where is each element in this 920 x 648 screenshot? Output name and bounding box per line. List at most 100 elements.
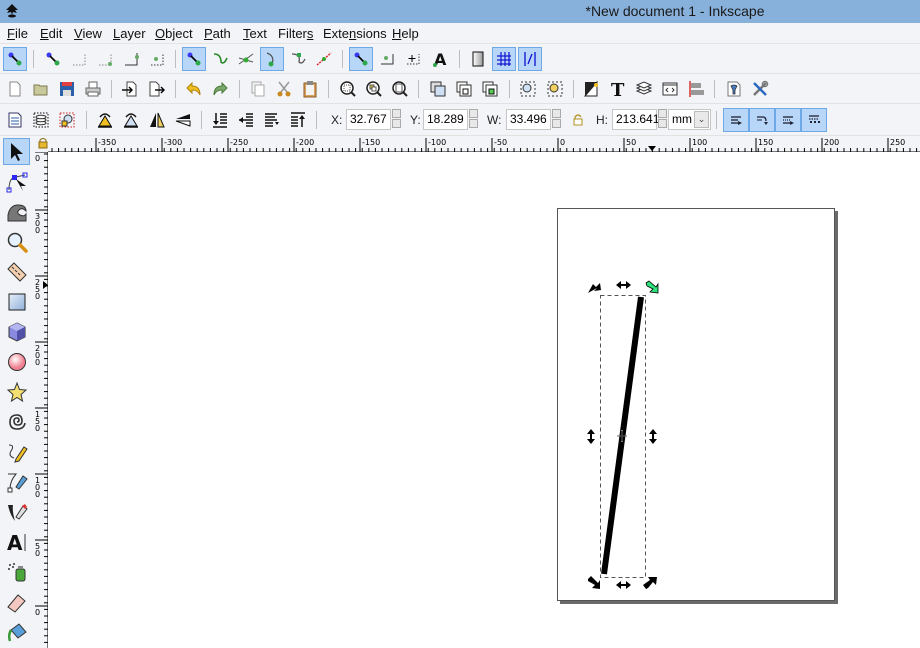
menu-help[interactable]: Help bbox=[392, 26, 419, 41]
lock-proportions-button[interactable] bbox=[566, 108, 590, 132]
spiral-tool[interactable] bbox=[3, 408, 30, 435]
snap-bbox-center-button[interactable] bbox=[145, 47, 169, 71]
deselect-button[interactable] bbox=[55, 108, 79, 132]
star-tool[interactable] bbox=[3, 378, 30, 405]
rotate-ccw-button[interactable] bbox=[93, 108, 117, 132]
menu-object[interactable]: Object bbox=[155, 26, 193, 41]
scale-corners-toggle[interactable] bbox=[749, 108, 775, 132]
snap-text-baseline-button[interactable]: A bbox=[428, 47, 452, 71]
tweak-tool[interactable] bbox=[3, 198, 30, 225]
rotation-center-icon[interactable] bbox=[616, 430, 628, 442]
document-properties-button[interactable] bbox=[722, 77, 746, 101]
skew-handle-right[interactable] bbox=[649, 429, 657, 444]
rotate-handle-bottom-left[interactable] bbox=[588, 576, 600, 589]
paint-bucket-tool[interactable] bbox=[3, 618, 30, 645]
fill-stroke-button[interactable] bbox=[580, 77, 604, 101]
layers-button[interactable] bbox=[632, 77, 656, 101]
export-button[interactable] bbox=[144, 77, 168, 101]
x-spinner[interactable] bbox=[391, 109, 402, 130]
redo-button[interactable] bbox=[208, 77, 232, 101]
unlink-clone-button[interactable] bbox=[478, 77, 502, 101]
measure-tool[interactable] bbox=[3, 258, 30, 285]
select-all-layers-button[interactable] bbox=[29, 108, 53, 132]
w-input[interactable]: 33.496 bbox=[506, 109, 551, 130]
snap-grid-button[interactable] bbox=[492, 47, 516, 71]
zoom-selection-button[interactable] bbox=[336, 77, 360, 101]
selector-tool[interactable] bbox=[3, 138, 30, 165]
clone-button[interactable] bbox=[452, 77, 476, 101]
rotate-handle-top-right[interactable] bbox=[645, 280, 659, 294]
h-spinner[interactable] bbox=[657, 109, 668, 130]
copy-button[interactable] bbox=[246, 77, 270, 101]
horizontal-ruler[interactable]: -350 -300 -250 -200 -150 -100 -50 0 50 100 150 200 2… bbox=[48, 136, 920, 152]
lower-button[interactable] bbox=[234, 108, 258, 132]
raise-to-top-button[interactable] bbox=[286, 108, 310, 132]
ungroup-button[interactable] bbox=[543, 77, 567, 101]
rectangle-tool[interactable] bbox=[3, 288, 30, 315]
h-input[interactable]: 213.641 bbox=[612, 109, 659, 130]
snap-guide-button[interactable] bbox=[518, 47, 542, 71]
snap-nodes-button[interactable] bbox=[182, 47, 206, 71]
flip-horizontal-button[interactable] bbox=[145, 108, 169, 132]
preferences-button[interactable] bbox=[748, 77, 772, 101]
rotate-handle-top-left[interactable] bbox=[588, 283, 601, 293]
vertical-ruler[interactable]: 0300250200150100500 bbox=[33, 152, 48, 648]
spray-tool[interactable] bbox=[3, 558, 30, 585]
snap-others-button[interactable] bbox=[349, 47, 373, 71]
menu-filters[interactable]: Filters bbox=[278, 26, 313, 41]
menu-path[interactable]: Path bbox=[204, 26, 231, 41]
snap-bbox-edge-button[interactable] bbox=[67, 47, 91, 71]
x-input[interactable]: 32.767 bbox=[346, 109, 391, 130]
skew-handle-left[interactable] bbox=[587, 429, 595, 444]
node-tool[interactable] bbox=[3, 168, 30, 195]
flip-vertical-button[interactable] bbox=[171, 108, 195, 132]
lower-to-bottom-button[interactable] bbox=[208, 108, 232, 132]
zoom-tool[interactable] bbox=[3, 228, 30, 255]
cut-button[interactable] bbox=[272, 77, 296, 101]
align-distribute-button[interactable] bbox=[684, 77, 708, 101]
snap-path-button[interactable] bbox=[208, 47, 232, 71]
snap-smooth-nodes-button[interactable] bbox=[286, 47, 310, 71]
group-button[interactable] bbox=[516, 77, 540, 101]
menu-layer[interactable]: Layer bbox=[113, 26, 146, 41]
zoom-page-button[interactable] bbox=[388, 77, 412, 101]
transform-gradients-toggle[interactable] bbox=[775, 108, 801, 132]
ellipse-tool[interactable] bbox=[3, 348, 30, 375]
text-font-button[interactable]: T bbox=[606, 77, 630, 101]
scale-stroke-toggle[interactable] bbox=[723, 108, 749, 132]
eraser-tool[interactable] bbox=[3, 588, 30, 615]
paste-button[interactable] bbox=[298, 77, 322, 101]
import-button[interactable] bbox=[118, 77, 142, 101]
snap-path-intersection-button[interactable] bbox=[234, 47, 258, 71]
select-all-button[interactable] bbox=[3, 108, 27, 132]
rotate-cw-button[interactable] bbox=[119, 108, 143, 132]
undo-button[interactable] bbox=[182, 77, 206, 101]
menu-edit[interactable]: Edit bbox=[40, 26, 62, 41]
snap-bbox-corner-button[interactable] bbox=[93, 47, 117, 71]
zoom-drawing-button[interactable] bbox=[362, 77, 386, 101]
snap-bbox-midpoint-button[interactable] bbox=[119, 47, 143, 71]
w-spinner[interactable] bbox=[551, 109, 562, 130]
snap-page-border-button[interactable] bbox=[466, 47, 490, 71]
3d-box-tool[interactable] bbox=[3, 318, 30, 345]
snap-enable-button[interactable] bbox=[3, 47, 27, 71]
snap-line-midpoint-button[interactable] bbox=[312, 47, 336, 71]
pen-tool[interactable] bbox=[3, 468, 30, 495]
snap-rotation-center-button[interactable] bbox=[401, 47, 425, 71]
skew-handle-bottom[interactable] bbox=[616, 581, 631, 589]
calligraphy-tool[interactable] bbox=[3, 498, 30, 525]
pencil-tool[interactable] bbox=[3, 438, 30, 465]
menu-text[interactable]: Text bbox=[243, 26, 267, 41]
y-input[interactable]: 18.289 bbox=[423, 109, 468, 130]
snap-object-center-button[interactable] bbox=[375, 47, 399, 71]
menu-view[interactable]: View bbox=[74, 26, 102, 41]
text-tool[interactable]: A bbox=[3, 528, 30, 555]
unit-select[interactable]: mm ⌄ bbox=[668, 109, 711, 130]
y-spinner[interactable] bbox=[468, 109, 479, 130]
save-button[interactable] bbox=[55, 77, 79, 101]
drawing-canvas[interactable] bbox=[49, 153, 920, 648]
menu-file[interactable]: File bbox=[7, 26, 28, 41]
raise-button[interactable] bbox=[260, 108, 284, 132]
xml-editor-button[interactable] bbox=[658, 77, 682, 101]
new-document-button[interactable] bbox=[3, 77, 27, 101]
